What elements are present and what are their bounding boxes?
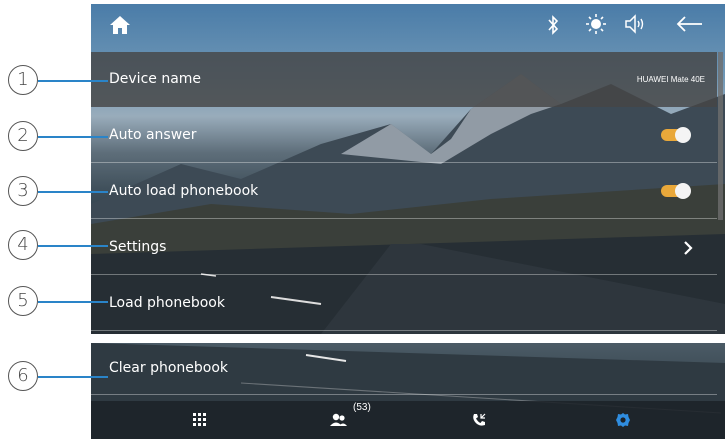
scrollbar[interactable]	[718, 52, 723, 220]
home-icon[interactable]	[109, 15, 131, 35]
load-phonebook-row[interactable]: Load phonebook	[91, 276, 717, 331]
dialpad-icon	[193, 413, 206, 426]
auto-load-phonebook-label: Auto load phonebook	[109, 183, 259, 199]
volume-icon[interactable]	[624, 14, 648, 34]
bottom-navigation: (53)	[91, 401, 725, 439]
nav-contacts[interactable]: (53)	[327, 401, 427, 439]
callout-1-leader	[38, 80, 108, 82]
nav-settings[interactable]	[613, 401, 713, 439]
callout-5-leader	[38, 301, 108, 303]
auto-answer-toggle[interactable]	[661, 127, 691, 143]
contacts-icon	[330, 413, 347, 426]
status-bar	[91, 4, 725, 50]
settings-row[interactable]: Settings	[91, 220, 717, 275]
callout-2: 2	[8, 121, 38, 151]
toggle-knob	[675, 183, 691, 199]
callout-1: 1	[8, 65, 38, 95]
back-arrow-icon[interactable]	[675, 15, 703, 33]
toggle-knob	[675, 127, 691, 143]
callout-4-leader	[38, 245, 108, 247]
callout-5: 5	[8, 286, 38, 316]
auto-load-phonebook-row: Auto load phonebook	[91, 164, 717, 219]
clear-phonebook-label: Clear phonebook	[109, 360, 228, 376]
call-log-icon	[473, 413, 486, 426]
callout-3: 3	[8, 176, 38, 206]
auto-load-phonebook-toggle[interactable]	[661, 183, 691, 199]
nav-call-log[interactable]	[467, 401, 567, 439]
callout-4: 4	[8, 230, 38, 260]
contacts-count: (53)	[353, 402, 371, 413]
callout-6: 6	[8, 361, 38, 391]
device-name-label: Device name	[109, 71, 202, 87]
load-phonebook-label: Load phonebook	[109, 295, 225, 311]
bluetooth-icon[interactable]	[546, 14, 560, 36]
device-name-row[interactable]: Device name HUAWEI Mate 40E	[91, 52, 717, 107]
callout-2-leader	[38, 136, 108, 138]
phone-settings-screen-scrolled: Clear phonebook (53)	[91, 343, 725, 439]
auto-answer-row: Auto answer	[91, 108, 717, 163]
phone-settings-screen: Device name HUAWEI Mate 40E Auto answer …	[91, 4, 725, 334]
callout-6-leader	[38, 376, 108, 378]
settings-label: Settings	[109, 239, 167, 255]
nav-dialpad[interactable]	[151, 401, 251, 439]
clear-phonebook-row[interactable]: Clear phonebook	[91, 343, 717, 395]
settings-icon	[616, 413, 630, 427]
auto-answer-label: Auto answer	[109, 127, 197, 143]
chevron-right-icon	[684, 241, 693, 255]
callout-3-leader	[38, 191, 108, 193]
device-name-value: HUAWEI Mate 40E	[636, 75, 705, 84]
brightness-icon[interactable]	[585, 13, 607, 35]
